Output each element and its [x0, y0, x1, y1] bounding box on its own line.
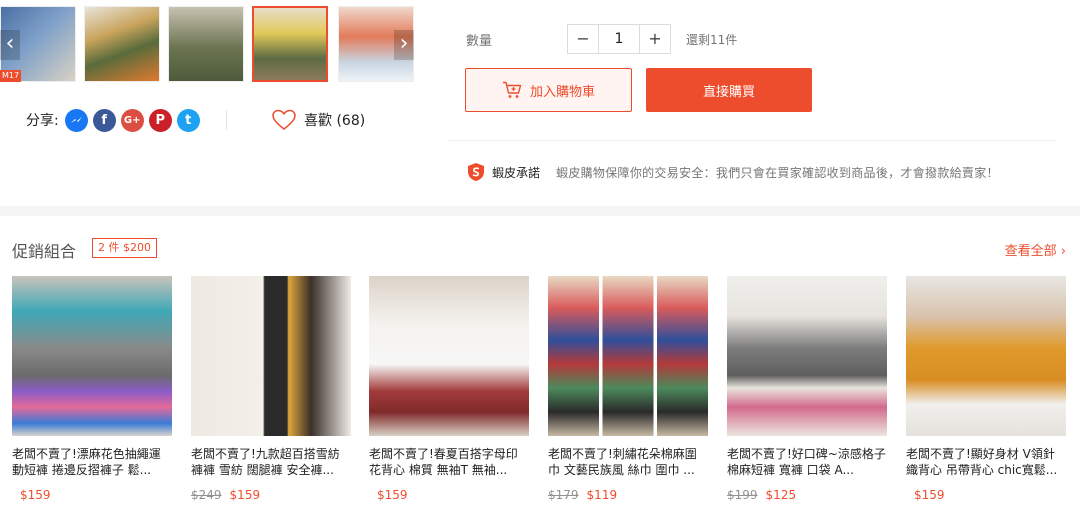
product-old-price: $179: [548, 488, 579, 502]
thumbnail-4-selected[interactable]: [252, 6, 328, 82]
product-image: [548, 276, 708, 436]
product-price: $159: [229, 488, 261, 502]
shopee-guarantee: 蝦皮承諾 蝦皮購物保障你的交易安全：我們只會在買家確認收到商品後，才會撥款給賣家…: [466, 162, 999, 182]
product-image: [727, 276, 887, 436]
product-top-panel: ‹ › M17 分享: f G+ P t 喜歡 (68) 數量 − 1 + 還剩…: [0, 0, 1080, 206]
product-image: [12, 276, 172, 436]
twitter-icon[interactable]: t: [176, 108, 200, 132]
promo-tag-badge: 2 件 $200: [92, 238, 157, 258]
product-name: 老闆不賣了!春夏百搭字母印花背心 棉質 無袖T 無袖...: [369, 447, 518, 477]
product-image: [191, 276, 351, 436]
thumbnail-gallery: ‹ › M17: [0, 6, 420, 84]
quantity-stepper: − 1 +: [567, 24, 671, 54]
gallery-next-arrow[interactable]: ›: [394, 30, 414, 60]
thumbnail-2[interactable]: [84, 6, 160, 82]
pinterest-icon[interactable]: P: [148, 108, 172, 132]
promo-title: 促銷組合: [12, 242, 77, 261]
promo-item-6[interactable]: 老闆不賣了!顯好身材 V領針織背心 吊帶背心 chic寬鬆... $159: [906, 276, 1066, 502]
facebook-icon[interactable]: f: [92, 108, 116, 132]
quantity-increase-button[interactable]: +: [640, 25, 670, 53]
share-row: 分享: f G+ P t: [26, 106, 205, 134]
cart-icon: [502, 81, 522, 98]
product-image: [369, 276, 529, 436]
stock-remaining: 還剩11件: [686, 33, 738, 47]
product-name: 老闆不賣了!顯好身材 V領針織背心 吊帶背心 chic寬鬆...: [906, 447, 1058, 477]
product-old-price: $249: [191, 488, 222, 502]
guarantee-title: 蝦皮承諾: [492, 165, 541, 180]
product-name: 老闆不賣了!刺繡花朵棉麻圍巾 文藝民族風 絲巾 圍巾 ...: [548, 447, 697, 477]
product-price: $159: [914, 488, 945, 502]
product-image: [906, 276, 1066, 436]
promo-bundle-section: 促銷組合 2 件 $200 查看全部 › 老闆不賣了!漂麻花色抽繩運動短褲 捲邊…: [0, 216, 1080, 515]
quantity-input[interactable]: 1: [598, 25, 640, 53]
guarantee-text: 蝦皮購物保障你的交易安全：我們只會在買家確認收到商品後，才會撥款給賣家！: [556, 165, 999, 180]
product-price: $119: [586, 488, 618, 502]
see-all-link[interactable]: 查看全部 ›: [1005, 240, 1066, 259]
product-price: $159: [377, 488, 408, 502]
product-price: $125: [765, 488, 797, 502]
quantity-decrease-button[interactable]: −: [568, 25, 598, 53]
google-plus-icon[interactable]: G+: [120, 108, 144, 132]
thumbnail-3[interactable]: [168, 6, 244, 82]
promo-item-1[interactable]: 老闆不賣了!漂麻花色抽繩運動短褲 捲邊反摺褲子 鬆... $159: [12, 276, 172, 502]
product-old-price: $199: [727, 488, 758, 502]
gallery-prev-arrow[interactable]: ‹: [0, 30, 20, 60]
heart-icon: [272, 109, 296, 130]
product-price: $159: [20, 488, 51, 502]
buy-now-button[interactable]: 直接購買: [646, 68, 812, 112]
add-to-cart-label: 加入購物車: [529, 84, 595, 100]
thumbnail-badge: M17: [0, 70, 22, 82]
share-divider: [226, 110, 227, 130]
quantity-label: 數量: [466, 34, 493, 49]
like-button[interactable]: 喜歡 (68): [272, 106, 365, 134]
product-name: 老闆不賣了!好口碑~涼感格子棉麻短褲 寬褲 口袋 A...: [727, 447, 886, 477]
promo-item-2[interactable]: 老闆不賣了!九款超百搭雪紡褲褲 雪紡 闊腿褲 安全褲... $249 $159: [191, 276, 351, 502]
like-count-label: 喜歡 (68): [304, 113, 366, 129]
add-to-cart-button[interactable]: 加入購物車: [465, 68, 632, 112]
promo-item-4[interactable]: 老闆不賣了!刺繡花朵棉麻圍巾 文藝民族風 絲巾 圍巾 ... $179 $119: [548, 276, 708, 502]
product-name: 老闆不賣了!漂麻花色抽繩運動短褲 捲邊反摺褲子 鬆...: [12, 447, 161, 477]
buy-now-label: 直接購買: [702, 84, 755, 100]
section-divider: [447, 140, 1057, 141]
messenger-icon[interactable]: [64, 108, 88, 132]
promo-item-5[interactable]: 老闆不賣了!好口碑~涼感格子棉麻短褲 寬褲 口袋 A... $199 $125: [727, 276, 887, 502]
promo-item-3[interactable]: 老闆不賣了!春夏百搭字母印花背心 棉質 無袖T 無袖... $159: [369, 276, 529, 502]
share-label: 分享:: [26, 113, 59, 129]
product-name: 老闆不賣了!九款超百搭雪紡褲褲 雪紡 闊腿褲 安全褲...: [191, 447, 340, 477]
shield-icon: [468, 163, 484, 181]
